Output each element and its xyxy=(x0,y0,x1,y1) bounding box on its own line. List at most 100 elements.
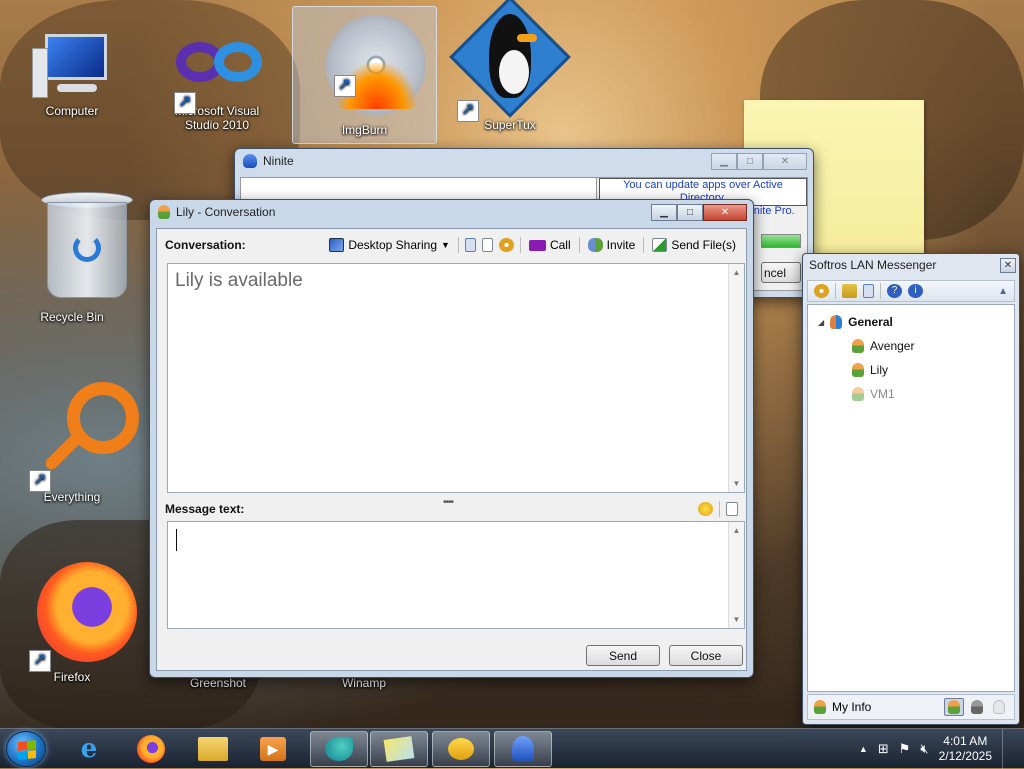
expand-triangle-icon[interactable]: ◢ xyxy=(818,318,824,327)
send-files-button[interactable]: Send File(s) xyxy=(650,237,738,253)
help-icon[interactable]: ? xyxy=(887,284,902,298)
ninite-icon xyxy=(512,736,534,762)
firefox-icon xyxy=(137,735,165,763)
sticky-notes-icon xyxy=(383,736,415,762)
desktop-icon-imgburn[interactable]: ImgBurn xyxy=(292,6,437,144)
desktop-icon-everything[interactable]: Everything xyxy=(12,376,139,504)
close-button[interactable]: ✕ xyxy=(763,152,807,170)
conversation-history[interactable]: Lily is available ▲ ▼ xyxy=(167,263,745,493)
ninite-cancel-button[interactable]: ncel xyxy=(761,262,801,283)
desktop-sharing-button[interactable]: Desktop Sharing ▼ xyxy=(327,237,452,253)
maximize-button[interactable]: □ xyxy=(737,152,763,170)
contact-avenger[interactable]: Avenger xyxy=(852,339,914,353)
conversation-label: Conversation: xyxy=(165,238,246,252)
taskbar: e ▶ ▲ ⊞ ⚑ 🔇︎ 4:01 AM 2/12/2025 xyxy=(0,728,1024,769)
taskbar-sticky-notes[interactable] xyxy=(370,731,428,767)
info-icon[interactable]: i xyxy=(908,284,923,298)
taskbar-messenger[interactable] xyxy=(310,731,368,767)
maximize-button[interactable]: □ xyxy=(677,203,703,221)
contact-vm1[interactable]: VM1 xyxy=(852,387,895,401)
desktop-icon-winamp[interactable]: Winamp xyxy=(304,676,424,690)
desktop-icon-recycle-bin[interactable]: Recycle Bin xyxy=(12,186,133,324)
ninite-title: Ninite xyxy=(263,154,294,168)
send-file-icon xyxy=(652,238,668,252)
media-player-icon: ▶ xyxy=(260,737,286,761)
toolbar-separator xyxy=(578,237,580,253)
settings-icon[interactable] xyxy=(498,238,514,252)
desktop-icon-supertux[interactable]: SuperTux xyxy=(449,0,571,132)
close-button[interactable]: ✕ xyxy=(703,203,747,221)
call-button[interactable]: Call xyxy=(527,237,573,253)
shortcut-arrow-icon xyxy=(457,100,479,122)
message-scrollbar[interactable]: ▲ ▼ xyxy=(728,522,744,628)
settings-icon[interactable] xyxy=(814,284,829,298)
taskbar-ninite[interactable] xyxy=(494,731,552,767)
message-label: Message text: xyxy=(165,502,245,516)
conversation-title: Lily - Conversation xyxy=(176,205,276,219)
taskbar-firefox[interactable] xyxy=(122,731,180,767)
user-online-icon xyxy=(852,339,864,353)
monitor-share-icon xyxy=(329,238,345,252)
status-available-icon[interactable] xyxy=(944,698,964,716)
taskbar-softros[interactable] xyxy=(432,731,490,767)
history-icon[interactable] xyxy=(863,284,874,298)
windows-logo-icon xyxy=(18,740,36,760)
status-offline-icon[interactable] xyxy=(990,698,1008,716)
invite-users-icon xyxy=(587,238,603,252)
toolbar-separator xyxy=(719,501,720,517)
volume-muted-icon[interactable]: 🔇︎ xyxy=(920,741,928,757)
internet-explorer-icon: e xyxy=(80,734,98,764)
system-tray: ▲ ⊞ ⚑ 🔇︎ 4:01 AM 2/12/2025 xyxy=(859,729,1024,769)
format-text-icon[interactable] xyxy=(726,502,738,516)
magnifier-icon xyxy=(27,376,139,492)
clock[interactable]: 4:01 AM 2/12/2025 xyxy=(939,734,992,764)
smiley-icon[interactable] xyxy=(698,502,713,516)
messenger-titlebar[interactable]: Softros LAN Messenger ✕ xyxy=(803,254,1019,276)
contacts-tree[interactable]: ◢ General Avenger Lily VM1 xyxy=(807,304,1015,692)
send-button[interactable]: Send xyxy=(586,645,660,666)
minimize-button[interactable]: ▁ xyxy=(711,152,737,170)
toolbar-separator xyxy=(457,237,459,253)
message-input[interactable]: ▲ ▼ xyxy=(167,521,745,629)
group-general[interactable]: ◢ General xyxy=(818,315,893,329)
history-icon[interactable] xyxy=(464,238,476,252)
close-button[interactable]: ✕ xyxy=(1000,257,1016,273)
ninite-icon xyxy=(243,154,257,168)
desktop-icon-computer[interactable]: Computer xyxy=(12,28,132,118)
ninite-progress-bar xyxy=(761,234,801,248)
toolbar-separator xyxy=(835,283,836,299)
taskbar-media-player[interactable]: ▶ xyxy=(244,731,302,767)
status-away-icon[interactable] xyxy=(968,698,986,716)
contact-lily[interactable]: Lily xyxy=(852,363,888,377)
taskbar-explorer[interactable] xyxy=(184,731,242,767)
desktop-icon-greenshot[interactable]: Greenshot xyxy=(158,676,278,690)
minimize-button[interactable]: ▁ xyxy=(651,203,677,221)
network-icon[interactable]: ⊞ xyxy=(878,741,889,757)
start-button[interactable] xyxy=(6,731,46,767)
file-info-icon[interactable] xyxy=(481,238,493,252)
shortcut-arrow-icon xyxy=(29,650,51,672)
user-icon xyxy=(158,205,170,219)
desktop-icon-label: Winamp xyxy=(341,676,386,690)
conversation-titlebar[interactable]: Lily - Conversation ▁ □ ✕ xyxy=(150,200,753,224)
desktop-icon-visual-studio[interactable]: Microsoft Visual Studio 2010 xyxy=(157,28,277,132)
close-conversation-button[interactable]: Close xyxy=(669,645,743,666)
action-center-flag-icon[interactable]: ⚑ xyxy=(899,741,911,757)
collapse-toolbar-icon[interactable]: ▲ xyxy=(998,286,1008,297)
desktop-icon-firefox[interactable]: Firefox xyxy=(12,556,137,684)
lan-messenger-window[interactable]: Softros LAN Messenger ✕ ? i ▲ ◢ General … xyxy=(802,253,1020,725)
ninite-titlebar[interactable]: Ninite ▁ □ ✕ xyxy=(235,149,813,173)
my-info-button[interactable]: My Info xyxy=(832,700,871,714)
folder-icon[interactable] xyxy=(842,284,857,298)
history-scrollbar[interactable]: ▲ ▼ xyxy=(728,264,744,492)
shortcut-arrow-icon xyxy=(333,75,356,97)
video-camera-icon xyxy=(528,239,546,251)
folder-icon xyxy=(198,737,228,761)
message-toolbar: Message text: xyxy=(165,499,738,519)
conversation-window[interactable]: Lily - Conversation ▁ □ ✕ Conversation: … xyxy=(149,199,754,678)
show-hidden-icons[interactable]: ▲ xyxy=(859,744,868,754)
infinity-icon xyxy=(172,28,262,118)
show-desktop-button[interactable] xyxy=(1002,729,1016,769)
invite-button[interactable]: Invite xyxy=(586,237,638,253)
taskbar-internet-explorer[interactable]: e xyxy=(60,731,118,767)
